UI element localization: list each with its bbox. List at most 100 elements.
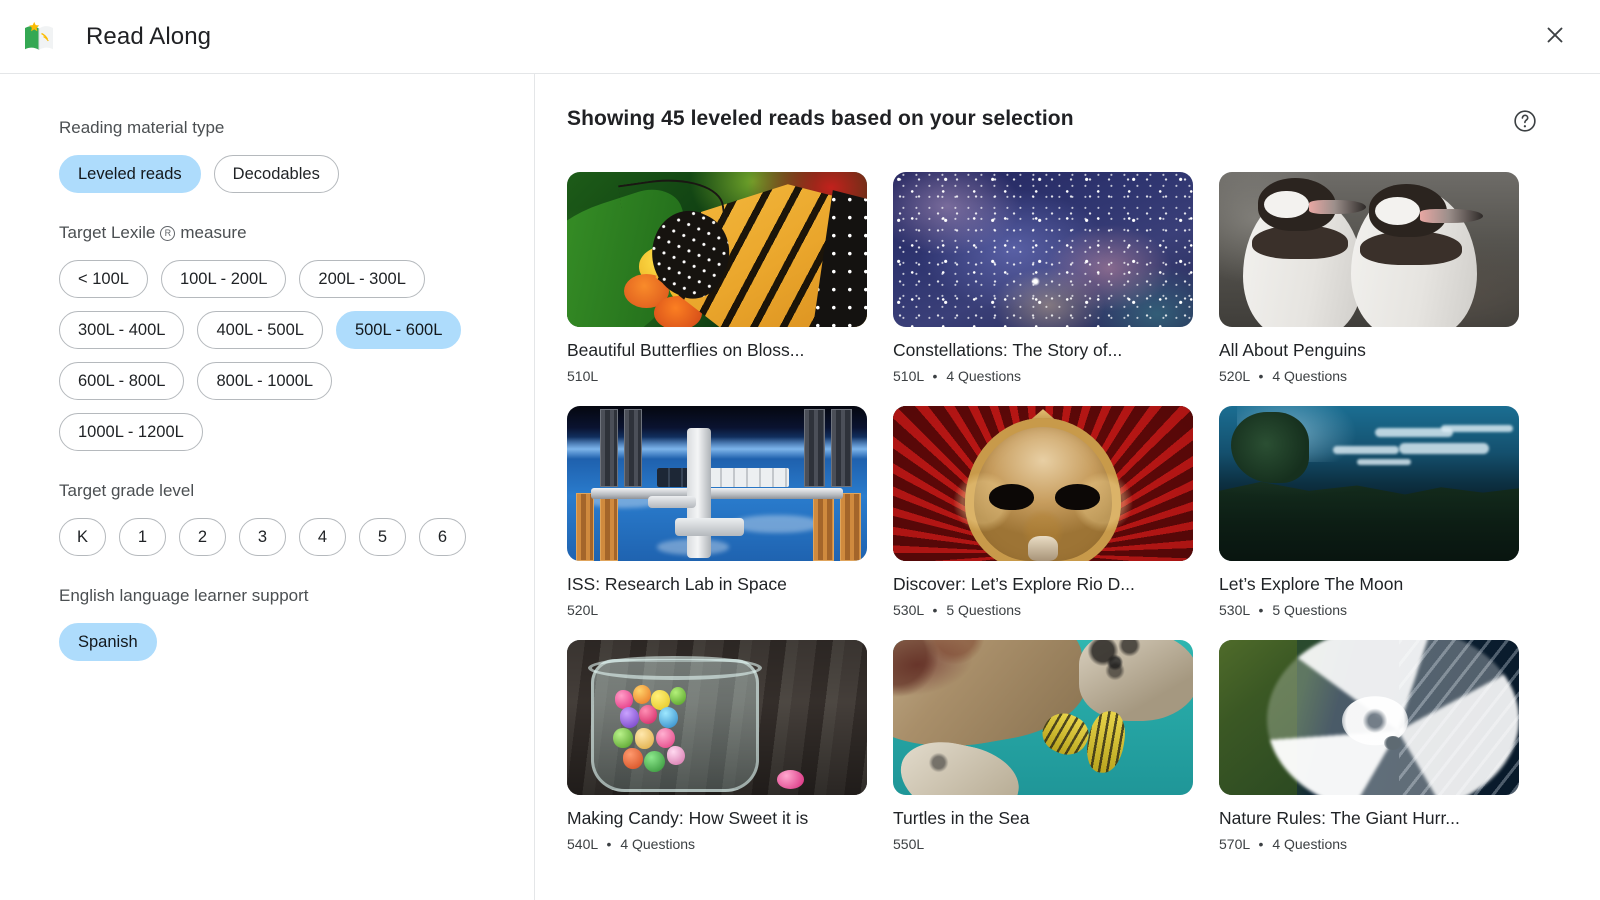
book-title: ISS: Research Lab in Space (567, 574, 787, 594)
results-header: Showing 45 leveled reads based on your s… (567, 107, 1540, 137)
chip-lexile-800-1000[interactable]: 800L - 1000L (197, 362, 333, 400)
chip-grade-2[interactable]: 2 (179, 518, 226, 556)
read-along-book-star-logo-icon (22, 20, 56, 54)
thumbnail-two-humboldt-penguins[interactable] (1219, 172, 1519, 327)
thumbnail-sea-turtle-with-pilot-fish[interactable] (893, 640, 1193, 795)
chip-decodables[interactable]: Decodables (213, 155, 339, 193)
lexile-value: 510L (567, 368, 599, 384)
book-meta: 540L • 4 Questions (567, 836, 867, 852)
chip-lexile-1000-1200[interactable]: 1000L - 1200L (59, 413, 203, 451)
book-card[interactable]: Discover: Let’s Explore Rio D... 530L • … (893, 406, 1193, 618)
thumbnail-starry-nebula-sky[interactable] (893, 172, 1193, 327)
chip-lexile-400-500[interactable]: 400L - 500L (197, 311, 323, 349)
thumbnail-art (567, 640, 867, 795)
chip-lexile-under-100l[interactable]: < 100L (59, 260, 148, 298)
book-card[interactable]: Beautiful Butterflies on Bloss... 510L (567, 172, 867, 384)
chip-lexile-600-800[interactable]: 600L - 800L (59, 362, 185, 400)
registered-trademark-icon: R (160, 225, 176, 241)
meta-separator: • (1258, 836, 1264, 852)
filter-group-label: Reading material type (59, 118, 225, 137)
book-card[interactable]: Let’s Explore The Moon 530L • 5 Question… (1219, 406, 1519, 618)
book-meta: 510L • 4 Questions (893, 368, 1193, 384)
book-card[interactable]: All About Penguins 520L • 4 Questions (1219, 172, 1519, 384)
filter-group-label: Target Lexile R measure (59, 223, 247, 242)
chip-grade-3[interactable]: 3 (239, 518, 286, 556)
chip-leveled-reads[interactable]: Leveled reads (59, 155, 201, 193)
brand: Read Along (22, 20, 211, 54)
lexile-value: 530L (893, 602, 924, 618)
meta-separator: • (606, 836, 612, 852)
thumbnail-art (893, 640, 1193, 795)
thumbnail-art (893, 172, 1193, 327)
book-meta: 530L • 5 Questions (1219, 602, 1519, 618)
lexile-value: 520L (1219, 368, 1250, 384)
close-icon (1543, 23, 1567, 50)
lexile-value: 550L (893, 836, 925, 852)
book-title: Let’s Explore The Moon (1219, 574, 1404, 594)
book-meta: 570L • 4 Questions (1219, 836, 1519, 852)
help-circle-icon (1512, 108, 1538, 137)
results-title: Showing 45 leveled reads based on your s… (567, 107, 1074, 130)
thumbnail-art (893, 406, 1193, 561)
lexile-value: 530L (1219, 602, 1250, 618)
meta-separator: • (1258, 368, 1264, 384)
question-count: 5 Questions (946, 602, 1022, 618)
thumbnail-candy-jar-on-wood[interactable] (567, 640, 867, 795)
filter-group-target-lexile-measure: Target Lexile R measure < 100L 100L - 20… (59, 223, 534, 451)
chip-lexile-300-400[interactable]: 300L - 400L (59, 311, 185, 349)
thumbnail-golden-carnival-mask-red-feathers[interactable] (893, 406, 1193, 561)
book-card[interactable]: Making Candy: How Sweet it is 540L • 4 Q… (567, 640, 867, 852)
chip-grade-k[interactable]: K (59, 518, 106, 556)
filters-sidebar: Reading material type Leveled reads Deco… (0, 74, 535, 900)
meta-separator: • (932, 602, 938, 618)
lexile-value: 570L (1219, 836, 1250, 852)
book-meta: 530L • 5 Questions (893, 602, 1193, 618)
book-title: Making Candy: How Sweet it is (567, 808, 809, 828)
chip-grade-4[interactable]: 4 (299, 518, 346, 556)
chip-lexile-100-200[interactable]: 100L - 200L (160, 260, 287, 298)
app-header: Read Along (0, 0, 1600, 74)
chip-grade-1[interactable]: 1 (119, 518, 166, 556)
thumbnail-international-space-station-over-earth[interactable] (567, 406, 867, 561)
results-panel: Showing 45 leveled reads based on your s… (535, 74, 1600, 900)
question-count: 4 Questions (1272, 368, 1348, 384)
leveled-reads-grid: Beautiful Butterflies on Bloss... 510L C… (567, 172, 1540, 852)
book-title: Turtles in the Sea (893, 808, 1030, 828)
filter-group-label: Target grade level (59, 481, 195, 500)
question-count: 5 Questions (1272, 602, 1348, 618)
book-card[interactable]: Constellations: The Story of... 510L • 4… (893, 172, 1193, 384)
book-meta: 520L • 4 Questions (1219, 368, 1519, 384)
thumbnail-art (1219, 406, 1519, 561)
chip-lexile-200-300[interactable]: 200L - 300L (299, 260, 425, 298)
help-button[interactable] (1510, 107, 1540, 137)
book-title: Beautiful Butterflies on Bloss... (567, 340, 805, 360)
question-count: 4 Questions (946, 368, 1022, 384)
lexile-value: 510L (893, 368, 924, 384)
chip-row: Leveled reads Decodables (59, 155, 479, 193)
book-card[interactable]: ISS: Research Lab in Space 520L (567, 406, 867, 618)
lexile-value: 520L (567, 602, 599, 618)
chip-lexile-500-600[interactable]: 500L - 600L (335, 311, 462, 349)
lexile-value: 540L (567, 836, 598, 852)
thumbnail-night-forest-landscape[interactable] (1219, 406, 1519, 561)
chip-row: K 1 2 3 4 5 6 (59, 518, 479, 556)
chip-spanish[interactable]: Spanish (59, 623, 157, 661)
chip-grade-5[interactable]: 5 (359, 518, 406, 556)
thumbnail-hurricane-satellite-view[interactable] (1219, 640, 1519, 795)
filter-group-label: English language learner support (59, 586, 309, 605)
book-title: Discover: Let’s Explore Rio D... (893, 574, 1135, 594)
book-title: Nature Rules: The Giant Hurr... (1219, 808, 1460, 828)
app-title: Read Along (86, 22, 212, 50)
close-button[interactable] (1536, 18, 1574, 56)
thumbnail-monarch-butterfly-on-flowers[interactable] (567, 172, 867, 327)
filter-group-english-language-learner-support: English language learner support Spanish (59, 586, 534, 661)
chip-row: < 100L 100L - 200L 200L - 300L 300L - 40… (59, 260, 479, 451)
book-meta: 510L (567, 368, 867, 384)
chip-row: Spanish (59, 623, 479, 661)
chip-grade-6[interactable]: 6 (419, 518, 466, 556)
book-meta: 520L (567, 602, 867, 618)
thumbnail-art (567, 172, 867, 327)
meta-separator: • (932, 368, 938, 384)
book-card[interactable]: Turtles in the Sea 550L (893, 640, 1193, 852)
book-card[interactable]: Nature Rules: The Giant Hurr... 570L • 4… (1219, 640, 1519, 852)
